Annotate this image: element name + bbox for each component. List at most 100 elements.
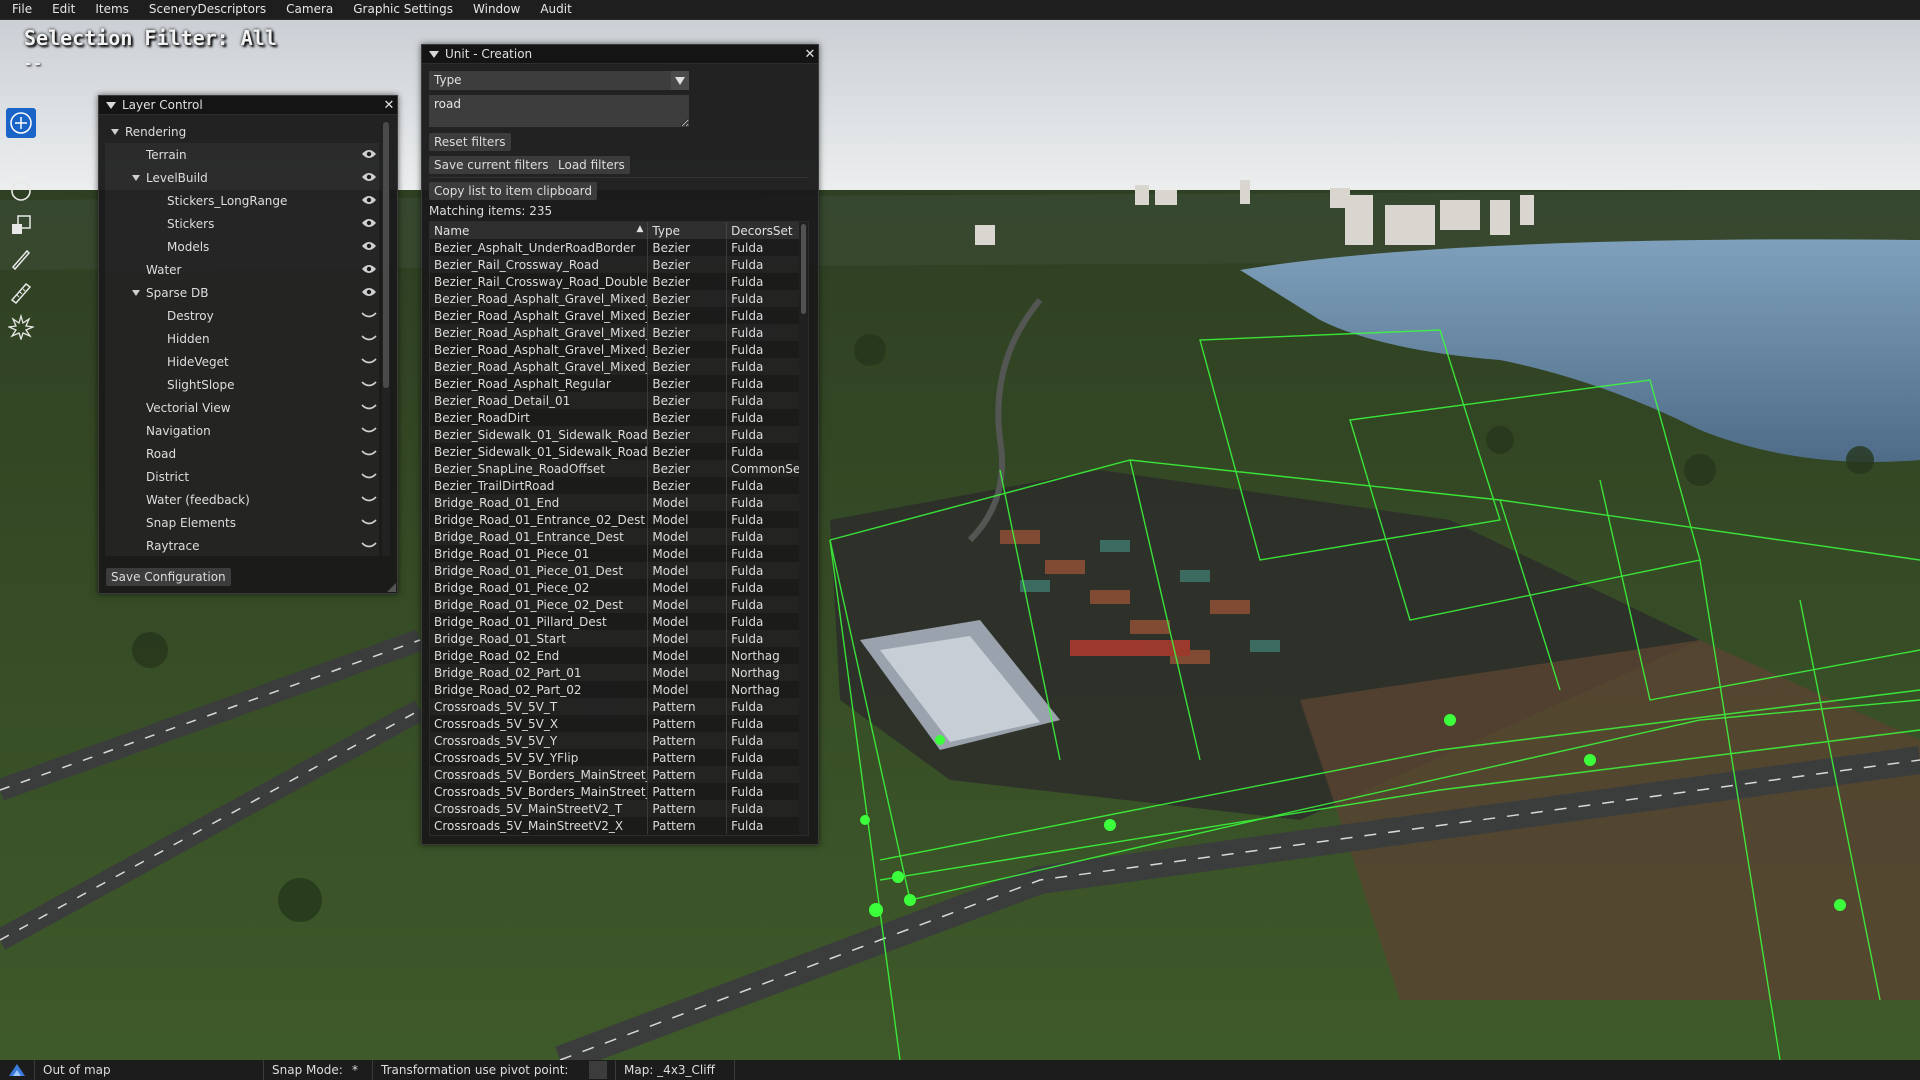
table-row[interactable]: Bridge_Road_01_End Model Fulda (430, 494, 808, 511)
paint-icon[interactable] (6, 244, 36, 274)
expand-arrow-icon[interactable] (132, 289, 140, 296)
layer-row[interactable]: HideVeget (105, 350, 379, 373)
search-input[interactable]: road (429, 95, 689, 127)
table-row[interactable]: Bezier_RoadDirt Bezier Fulda (430, 409, 808, 426)
table-row[interactable]: Bridge_Road_02_End Model Northag (430, 647, 808, 664)
table-row[interactable]: Crossroads_5V_MainStreetV2_T Pattern Fulda (430, 800, 808, 817)
eye-icon[interactable] (359, 284, 379, 300)
table-row[interactable]: Bridge_Road_01_Piece_02_Dest Model Fulda (430, 596, 808, 613)
eye-icon[interactable] (359, 215, 379, 231)
snap-mode-value[interactable]: * (352, 1063, 372, 1077)
eye-closed-icon[interactable] (359, 491, 379, 507)
table-row[interactable]: Bridge_Road_02_Part_01 Model Northag (430, 664, 808, 681)
close-icon[interactable]: ✕ (381, 98, 397, 113)
layer-scrollbar-thumb[interactable] (383, 122, 389, 388)
menu-items[interactable]: Items (83, 0, 137, 19)
table-row[interactable]: Bridge_Road_01_Entrance_Dest Model Fulda (430, 528, 808, 545)
unit-creation-window[interactable]: Unit - Creation ✕ Type road Reset filter… (421, 44, 819, 845)
table-row[interactable]: Bezier_Road_Detail_01 Bezier Fulda (430, 392, 808, 409)
explosion-icon[interactable] (6, 312, 36, 342)
eye-closed-icon[interactable] (359, 445, 379, 461)
table-row[interactable]: Bezier_Road_Asphalt_Gravel_Mixed_ Bezier F… (430, 358, 808, 375)
table-row[interactable]: Crossroads_5V_5V_YFlip Pattern Fulda (430, 749, 808, 766)
table-row[interactable]: Crossroads_5V_5V_Y Pattern Fulda (430, 732, 808, 749)
unit-creation-titlebar[interactable]: Unit - Creation ✕ (422, 45, 818, 64)
menu-window[interactable]: Window (461, 0, 528, 19)
expand-arrow-icon[interactable] (132, 174, 140, 181)
layer-row[interactable]: Terrain (105, 143, 379, 166)
table-row[interactable]: Bezier_Asphalt_UnderRoadBorder Bezier Fuld… (430, 239, 808, 256)
table-row[interactable]: Bezier_Road_Asphalt_Gravel_Mixed_ Bezier F… (430, 307, 808, 324)
menu-file[interactable]: File (0, 0, 40, 19)
move-icon[interactable] (6, 108, 36, 138)
table-row[interactable]: Bezier_Rail_Crossway_Road Bezier Fulda (430, 256, 808, 273)
layer-row[interactable]: LevelBuild (105, 166, 379, 189)
layer-row[interactable]: Stickers_LongRange (105, 189, 379, 212)
table-row[interactable]: Bezier_Rail_Crossway_Road_Double Bezier Fu… (430, 273, 808, 290)
table-row[interactable]: Crossroads_5V_Borders_MainStreet_ Pattern… (430, 783, 808, 800)
eye-closed-icon[interactable] (359, 422, 379, 438)
menu-graphic-settings[interactable]: Graphic Settings (341, 0, 461, 19)
table-row[interactable]: Bezier_Sidewalk_01_Sidewalk_Road Bezier Fu… (430, 426, 808, 443)
layer-row[interactable]: Hidden (105, 327, 379, 350)
layer-row[interactable]: SlightSlope (105, 373, 379, 396)
resize-grip[interactable] (387, 583, 396, 592)
layer-control-titlebar[interactable]: Layer Control ✕ (99, 96, 397, 115)
eye-closed-icon[interactable] (359, 307, 379, 323)
table-row[interactable]: Bezier_Sidewalk_01_Sidewalk_Road_l Bezier… (430, 443, 808, 460)
expand-arrow-icon[interactable] (111, 128, 119, 135)
eye-closed-icon[interactable] (359, 514, 379, 530)
layer-row[interactable]: Vectorial View (105, 396, 379, 419)
table-row[interactable]: Bezier_Road_Asphalt_Regular Bezier Fulda (430, 375, 808, 392)
table-row[interactable]: Bridge_Road_01_Piece_02 Model Fulda (430, 579, 808, 596)
save-current-filters-button[interactable]: Save current filters (429, 156, 554, 174)
load-filters-button[interactable]: Load filters (553, 156, 630, 174)
table-row[interactable]: Bezier_Road_Asphalt_Gravel_Mixed_ Bezier F… (430, 290, 808, 307)
reset-filters-button[interactable]: Reset filters (429, 133, 511, 151)
copy-to-clipboard-button[interactable]: Copy list to item clipboard (429, 182, 598, 200)
column-header-decorsset[interactable]: DecorsSet (726, 222, 808, 239)
layer-row[interactable]: Navigation (105, 419, 379, 442)
collapse-icon[interactable] (429, 50, 439, 58)
scale-icon[interactable] (6, 210, 36, 240)
layer-row[interactable]: Models (105, 235, 379, 258)
save-configuration-button[interactable]: Save Configuration (106, 568, 231, 586)
menu-camera[interactable]: Camera (274, 0, 341, 19)
table-row[interactable]: Crossroads_5V_5V_X Pattern Fulda (430, 715, 808, 732)
menu-audit[interactable]: Audit (528, 0, 579, 19)
eye-closed-icon[interactable] (359, 353, 379, 369)
layer-row[interactable]: Sparse DB (105, 281, 379, 304)
menu-edit[interactable]: Edit (40, 0, 83, 19)
close-icon[interactable]: ✕ (802, 47, 818, 62)
layer-control-window[interactable]: Layer Control ✕ Rendering Terrain LevelBui… (98, 95, 398, 594)
eye-icon[interactable] (359, 169, 379, 185)
layer-row[interactable]: Stickers (105, 212, 379, 235)
layer-row[interactable]: Road (105, 442, 379, 465)
eye-icon[interactable] (359, 192, 379, 208)
eye-icon[interactable] (359, 146, 379, 162)
collapse-icon[interactable] (106, 101, 116, 109)
table-row[interactable]: Bridge_Road_02_Part_02 Model Northag (430, 681, 808, 698)
eye-closed-icon[interactable] (359, 468, 379, 484)
type-dropdown[interactable]: Type (429, 71, 689, 90)
table-row[interactable]: Bridge_Road_01_Piece_01 Model Fulda (430, 545, 808, 562)
table-row[interactable]: Bezier_SnapLine_RoadOffset Bezier CommonSe… (430, 460, 808, 477)
axis-gizmo-icon[interactable] (6, 142, 36, 172)
eye-closed-icon[interactable] (359, 376, 379, 392)
eye-icon[interactable] (359, 261, 379, 277)
table-row[interactable]: Bridge_Road_01_Entrance_02_Dest Model Fuld… (430, 511, 808, 528)
table-scrollbar-thumb[interactable] (801, 224, 806, 314)
layer-row[interactable]: Snap Elements (105, 511, 379, 534)
table-row[interactable]: Bezier_Road_Asphalt_Gravel_Mixed_ Bezier F… (430, 341, 808, 358)
layer-row[interactable]: Water (feedback) (105, 488, 379, 511)
eye-closed-icon[interactable] (359, 330, 379, 346)
rotate-icon[interactable] (6, 176, 36, 206)
layer-row[interactable]: District (105, 465, 379, 488)
layer-row[interactable]: Water (105, 258, 379, 281)
layer-row[interactable]: Destroy (105, 304, 379, 327)
table-row[interactable]: Bridge_Road_01_Start Model Fulda (430, 630, 808, 647)
table-row[interactable]: Bezier_Road_Asphalt_Gravel_Mixed_ Bezier F… (430, 324, 808, 341)
eye-closed-icon[interactable] (359, 537, 379, 553)
column-header-name[interactable]: Name ▲ (430, 222, 649, 239)
table-row[interactable]: Bridge_Road_01_Piece_01_Dest Model Fulda (430, 562, 808, 579)
